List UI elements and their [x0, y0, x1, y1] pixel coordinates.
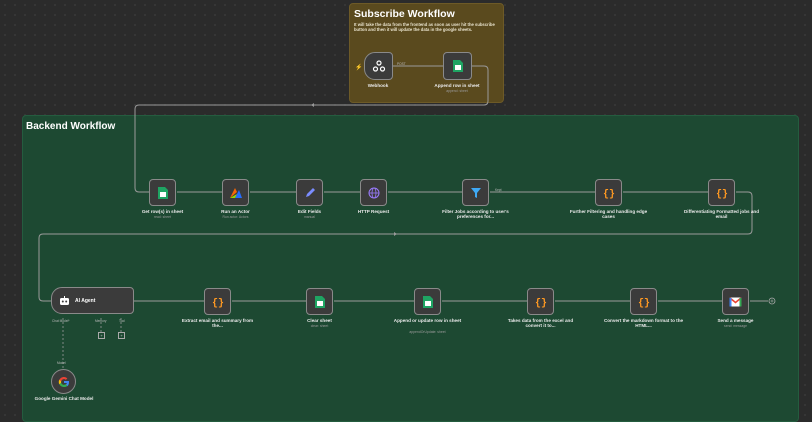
- node-label: Extract email and summary from the...: [181, 318, 254, 329]
- send-a-message-node[interactable]: [722, 288, 749, 315]
- code-icon: {}: [637, 297, 649, 308]
- sheets-icon: [452, 60, 463, 72]
- convert-the-markdown-format--node[interactable]: {}: [630, 288, 657, 315]
- port-label: Tool: [119, 319, 125, 323]
- node-label: AI Agent: [75, 298, 96, 304]
- add-memory-button[interactable]: +: [98, 332, 105, 339]
- node-sublabel: send: message: [724, 324, 747, 329]
- sticky-title: Subscribe Workflow: [354, 8, 455, 20]
- node-label: Get row(s) in sheet: [141, 209, 184, 214]
- port-label: Model: [57, 361, 66, 365]
- ai-agent-node[interactable]: AI Agent: [51, 287, 134, 314]
- takes-data-from-the-excel-an-node[interactable]: {}: [527, 288, 554, 315]
- node-sublabel: clear: sheet: [310, 324, 329, 329]
- node-label: Run an Actor: [221, 209, 250, 214]
- apify-icon: [229, 187, 242, 198]
- get-row-s-in-sheet-node[interactable]: [149, 179, 176, 206]
- sheets-icon: [157, 186, 168, 199]
- node-label: Takes data from the excel and convert it…: [507, 318, 574, 329]
- node-label: Further Filtering and handling edge case…: [569, 209, 648, 220]
- webhook-icon: [372, 60, 385, 72]
- code-icon: {}: [602, 188, 614, 199]
- node-sublabel: appendOrUpdate: sheet: [409, 329, 446, 334]
- filter-jobs-according-to-use-node[interactable]: [462, 179, 489, 206]
- code-icon: {}: [715, 188, 727, 199]
- node-label: HTTP Request: [357, 209, 390, 214]
- gemini-model-node[interactable]: [51, 369, 76, 394]
- node-label: Clear sheet: [307, 318, 332, 323]
- node-sublabel: read: sheet: [154, 215, 171, 220]
- http-request-node[interactable]: [360, 179, 387, 206]
- globe-icon: [368, 187, 379, 198]
- backend-workflow-sticky[interactable]: Backend Workflow: [22, 115, 799, 422]
- sticky-description: It will take the data from the frontend …: [354, 22, 495, 33]
- svg-text:{}: {}: [211, 297, 223, 308]
- node-sublabel: manual: [303, 215, 316, 220]
- trigger-bolt-icon: ⚡: [355, 65, 363, 71]
- node-label: Google Gemini Chat Model: [34, 396, 94, 401]
- svg-text:{}: {}: [637, 297, 649, 308]
- port-label: POST: [397, 62, 406, 66]
- svg-text:{}: {}: [534, 297, 546, 308]
- sticky-title: Backend Workflow: [26, 121, 116, 132]
- gmail-icon: [729, 296, 742, 306]
- node-sublabel: append: sheet: [446, 89, 468, 93]
- svg-text:{}: {}: [602, 188, 614, 199]
- append-row-node[interactable]: [443, 52, 472, 80]
- node-label: Append or update row in sheet: [393, 318, 462, 323]
- differentiating-formatted-jo-node[interactable]: {}: [708, 179, 735, 206]
- port-label: Chat Model*: [52, 319, 70, 323]
- node-label: Append row in sheet: [434, 83, 480, 88]
- sheets-icon: [422, 295, 433, 308]
- filter-icon: [470, 187, 481, 198]
- port-label: Kept: [495, 188, 502, 192]
- node-sublabel: Run actor: Actors: [222, 215, 249, 220]
- edit-fields-node[interactable]: [296, 179, 323, 206]
- code-icon: {}: [211, 297, 223, 308]
- further-filtering-and-handli-node[interactable]: {}: [595, 179, 622, 206]
- add-tool-button[interactable]: +: [118, 332, 125, 339]
- node-label: Differentiating Formatted jobs and email: [683, 209, 760, 220]
- node-label: Filter Jobs according to user's preferen…: [442, 209, 509, 220]
- webhook-node[interactable]: [364, 52, 393, 80]
- extract-email-and-summary-fr-node[interactable]: {}: [204, 288, 231, 315]
- pencil-icon: [305, 187, 315, 197]
- robot-icon: [60, 296, 69, 305]
- port-label: Memory: [95, 319, 107, 323]
- clear-sheet-node[interactable]: [306, 288, 333, 315]
- sheets-icon: [314, 295, 325, 308]
- google-icon: [58, 376, 69, 387]
- node-label: Webhook: [367, 83, 389, 88]
- node-label: Convert the markdown format to the HTML.…: [603, 318, 684, 329]
- svg-text:{}: {}: [715, 188, 727, 199]
- run-an-actor-node[interactable]: [222, 179, 249, 206]
- code-icon: {}: [534, 297, 546, 308]
- append-or-update-row-in-shee-node[interactable]: [414, 288, 441, 315]
- node-label: Send a message: [717, 318, 754, 323]
